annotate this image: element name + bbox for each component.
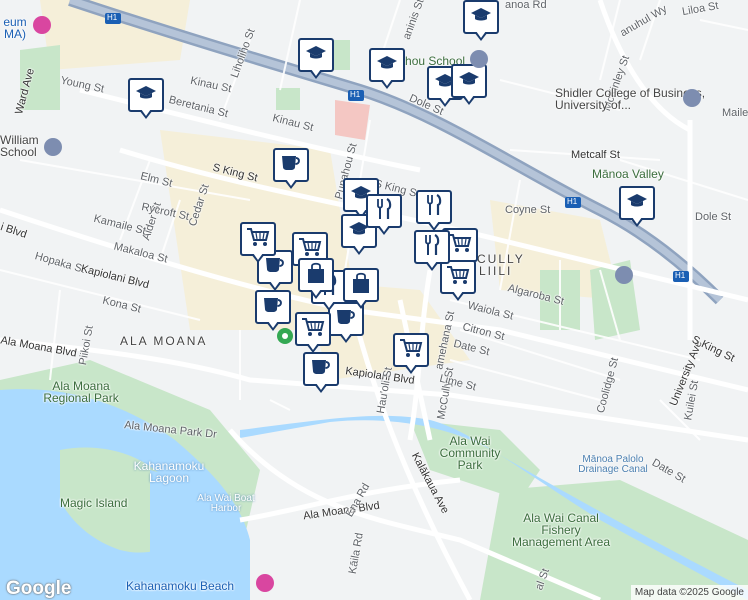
shopping-bag-marker[interactable] [343, 268, 379, 310]
place-label: Ala Wai Canal Fishery Management Area [511, 511, 611, 549]
cart-marker[interactable] [393, 333, 429, 375]
coffee-icon [280, 154, 302, 177]
street-label: Metcalf St [571, 149, 620, 161]
place-label: eum MA) [3, 15, 27, 41]
school-marker[interactable] [128, 78, 164, 120]
museum-icon[interactable] [33, 16, 51, 34]
place-label: Ala Moana Regional Park [43, 379, 119, 405]
h1-shield-label: H1 [107, 13, 118, 22]
restaurant-marker[interactable] [414, 230, 450, 272]
street-label: anoa Rd [505, 0, 547, 11]
school-icon [305, 45, 327, 66]
cart-icon [301, 317, 325, 342]
school-marker[interactable] [298, 38, 334, 80]
street-label: Coyne St [505, 204, 551, 216]
school-poi-icon[interactable] [470, 50, 488, 68]
school-poi-icon[interactable] [615, 266, 633, 284]
place-label: Kahanamoku Beach [126, 579, 235, 593]
cart-marker[interactable] [295, 312, 331, 354]
beach-icon[interactable] [256, 574, 274, 592]
school-marker[interactable] [451, 64, 487, 106]
place-label: Kahanamoku Lagoon [133, 459, 205, 485]
school-marker[interactable] [463, 0, 499, 42]
coffee-marker[interactable] [303, 352, 339, 394]
shopping-bag-icon [306, 262, 326, 289]
h1-shield-label: H1 [675, 271, 686, 280]
coffee-icon [310, 358, 332, 381]
shopping-bag-marker[interactable] [298, 258, 334, 300]
map-canvas[interactable]: H1 H1 H1 H1 Young St Beretania St Kinau … [0, 0, 748, 600]
school-icon [458, 71, 480, 92]
school-marker[interactable] [369, 48, 405, 90]
google-logo: Google [6, 578, 72, 599]
cart-icon [246, 227, 270, 252]
school-poi-icon[interactable] [44, 138, 62, 156]
coffee-icon [262, 296, 284, 319]
place-label: Ala Wai Community Park [439, 434, 501, 472]
coffee-marker[interactable] [273, 148, 309, 190]
place-label: William School [0, 133, 39, 159]
school-marker[interactable] [619, 186, 655, 228]
place-label: Mānoa Palolo Drainage Canal [578, 454, 648, 475]
restaurant-marker[interactable] [416, 190, 452, 232]
cart-icon [448, 233, 472, 258]
street-label: Dole St [695, 211, 732, 223]
h1-shield-label: H1 [350, 90, 361, 99]
restaurant-icon [425, 193, 443, 221]
school-icon [376, 55, 398, 76]
school-icon [470, 7, 492, 28]
map-attribution: Map data ©2025 Google [630, 585, 748, 600]
place-label: Magic Island [60, 496, 128, 510]
school-icon [626, 193, 648, 214]
street-label: Maile [722, 107, 748, 119]
school-icon [135, 85, 157, 106]
restaurant-marker[interactable] [366, 194, 402, 236]
school-poi-icon[interactable] [683, 89, 701, 107]
shopping-bag-icon [351, 272, 371, 299]
cart-icon [399, 338, 423, 363]
restaurant-icon [375, 197, 393, 225]
coffee-marker[interactable] [255, 290, 291, 332]
cart-marker[interactable] [240, 222, 276, 264]
h1-shield-label: H1 [567, 197, 578, 206]
restaurant-icon [423, 233, 441, 261]
place-label: Ala Wai Boat Harbor [197, 493, 255, 514]
place-label: Mānoa Valley [592, 167, 664, 181]
district-label: ALA MOANA [120, 334, 208, 348]
district-label: LIILI [479, 264, 513, 278]
